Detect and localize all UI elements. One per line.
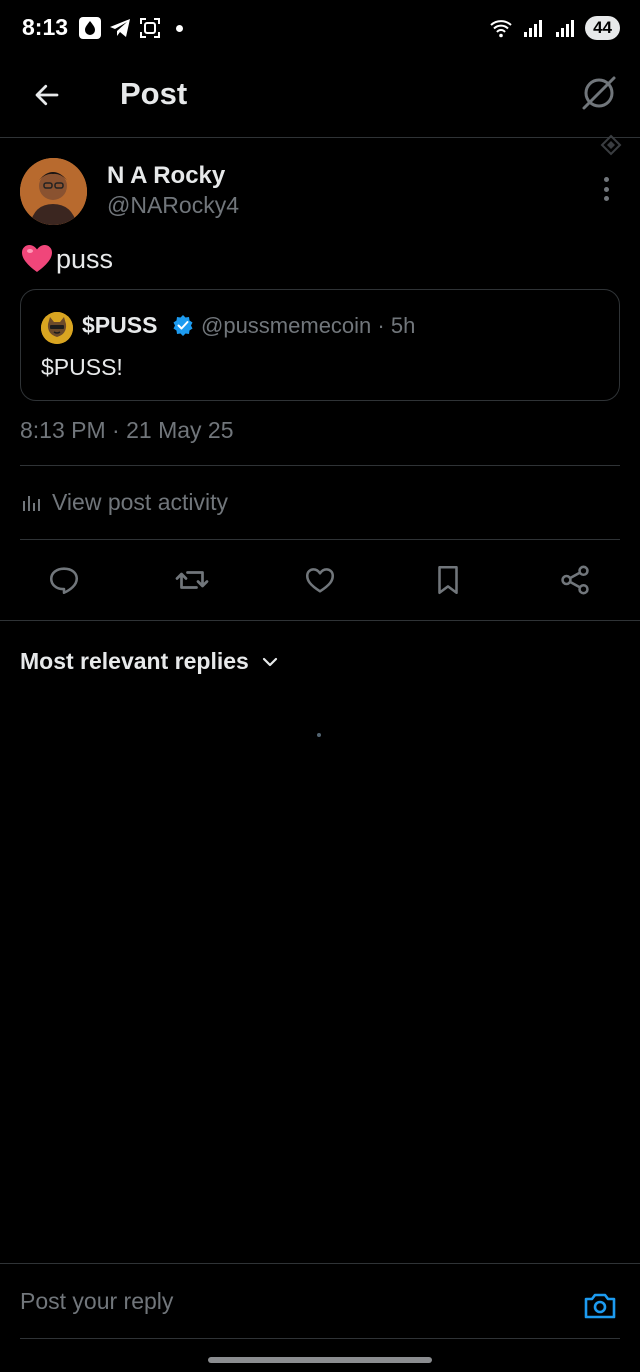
reply-icon: [49, 567, 79, 595]
status-notification-icons: [78, 16, 183, 40]
post-text-content: puss: [56, 243, 114, 274]
reply-button[interactable]: [42, 558, 86, 602]
divider: [20, 539, 620, 540]
divider: [20, 1338, 620, 1339]
arrow-left-icon: [35, 84, 59, 106]
cat-avatar-image: [41, 312, 73, 344]
more-options-button[interactable]: [594, 174, 618, 204]
bookmark-button[interactable]: [426, 558, 470, 602]
grok-icon[interactable]: [578, 72, 620, 114]
author-name[interactable]: N A Rocky: [107, 162, 225, 190]
replies-sort-dropdown[interactable]: Most relevant replies: [20, 648, 281, 675]
back-button[interactable]: [26, 74, 68, 116]
like-button[interactable]: [298, 558, 342, 602]
battery-indicator: 44: [585, 16, 620, 40]
repost-button[interactable]: [170, 558, 214, 602]
post-text: puss: [20, 242, 113, 276]
diamond-icon: [600, 134, 622, 156]
drop-icon: [79, 17, 101, 39]
signal-icon: [556, 20, 575, 37]
divider: [20, 465, 620, 466]
more-dot: [603, 196, 609, 201]
avatar-image: [20, 158, 87, 225]
signal-icon: [524, 20, 543, 37]
share-button[interactable]: [553, 558, 597, 602]
status-bar: 8:13 44: [0, 0, 640, 58]
telegram-icon: [110, 19, 130, 37]
quoted-text: $PUSS!: [41, 354, 123, 380]
verified-badge-icon: [173, 315, 193, 336]
more-dot: [603, 177, 609, 182]
post-timestamp[interactable]: 8:13 PM · 21 May 25: [20, 417, 234, 444]
share-icon: [561, 565, 589, 595]
analytics-icon: [23, 495, 40, 511]
quoted-handle-time: @pussmemecoin · 5h: [201, 313, 416, 338]
reply-composer: [0, 1263, 640, 1339]
avatar[interactable]: [20, 158, 87, 225]
wifi-icon: [490, 20, 512, 38]
screenshot-icon: [140, 18, 160, 38]
reply-input[interactable]: [20, 1278, 540, 1324]
page-title: Post: [120, 76, 188, 111]
repost-icon: [175, 571, 209, 589]
status-time: 8:13: [22, 14, 69, 40]
chevron-down-icon: [262, 657, 277, 666]
top-app-bar: Post: [0, 58, 640, 156]
home-indicator[interactable]: [208, 1357, 432, 1363]
loading-indicator: [317, 733, 321, 737]
heart-emoji-icon: [22, 245, 52, 272]
quoted-author-name: $PUSS: [82, 312, 158, 338]
quoted-post[interactable]: $PUSS @pussmemecoin · 5h $PUSS!: [20, 289, 620, 401]
camera-icon[interactable]: [582, 1288, 618, 1324]
notification-dot: [176, 24, 183, 32]
replies-sort-label: Most relevant replies: [20, 648, 249, 674]
quoted-avatar: [41, 312, 73, 344]
view-post-activity-label: View post activity: [52, 489, 228, 515]
status-system-icons: 44: [489, 16, 620, 40]
more-dot: [603, 186, 609, 192]
like-icon: [305, 568, 335, 593]
view-post-activity-link[interactable]: View post activity: [20, 489, 228, 516]
post-actions-bar: [0, 558, 640, 608]
bookmark-icon: [438, 565, 458, 595]
author-handle[interactable]: @NARocky4: [107, 192, 239, 219]
divider: [0, 620, 640, 621]
